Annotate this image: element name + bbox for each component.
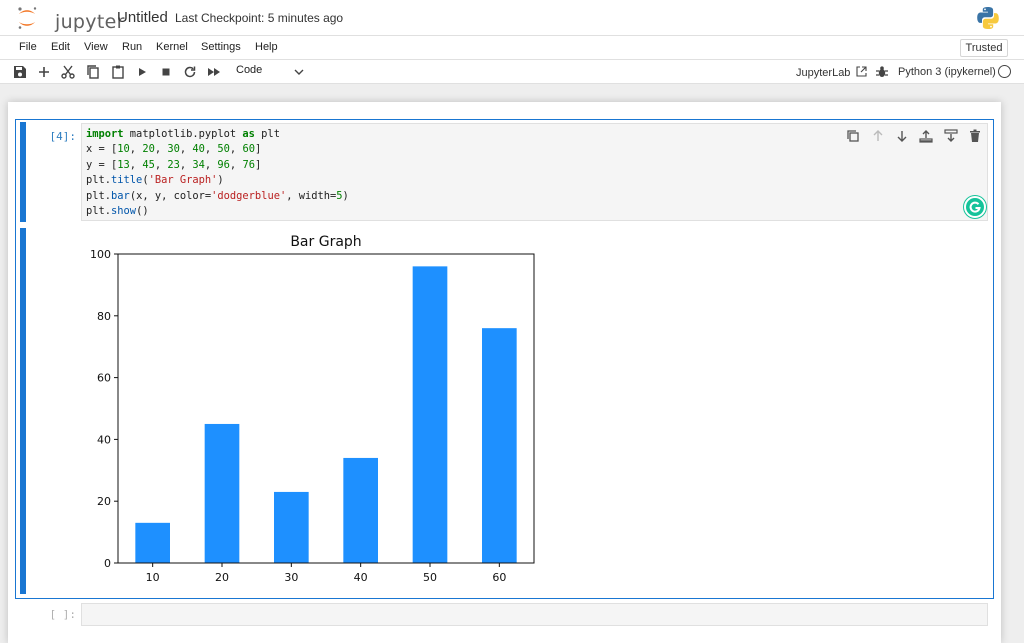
input-prompt: [4]: (49, 130, 77, 143)
code-line-5: plt.bar(x, y, color='dodgerblue', width=… (86, 189, 349, 202)
jupyter-logo-icon (18, 7, 37, 29)
x-tick-label: 20 (215, 571, 229, 584)
menu-edit[interactable]: Edit (51, 41, 70, 53)
empty-code-editor[interactable] (81, 603, 988, 626)
menu-view[interactable]: View (84, 41, 108, 53)
jupyter-wordmark: jupyter (55, 11, 125, 33)
chevron-down-icon (294, 69, 304, 75)
bar-20 (204, 423, 240, 563)
x-tick-label: 40 (354, 571, 368, 584)
chart-title: Bar Graph (290, 234, 361, 250)
debugger-icon[interactable] (875, 65, 889, 79)
code-text: import matplotlib.pyplot as plt x = [10, … (86, 127, 349, 219)
stop-icon[interactable] (158, 64, 174, 80)
top-bar: jupyter Untitled Last Checkpoint: 5 minu… (0, 0, 1024, 36)
code-line-4: plt.title('Bar Graph') (86, 174, 224, 187)
y-tick-label: 40 (97, 433, 111, 446)
input-collapser[interactable] (20, 122, 26, 222)
x-tick-label: 50 (423, 571, 437, 584)
menu-kernel[interactable]: Kernel (156, 41, 188, 53)
move-up-icon[interactable] (870, 128, 886, 144)
notebook-toolbar: Code JupyterLab Python 3 (ipykernel) (0, 60, 1024, 84)
x-tick-label: 30 (284, 571, 298, 584)
menu-bar: File Edit View Run Kernel Settings Help … (0, 36, 1024, 60)
insert-below-icon[interactable] (943, 128, 959, 144)
save-icon[interactable] (12, 64, 28, 80)
y-tick-label: 20 (97, 495, 111, 508)
y-tick-label: 0 (104, 557, 111, 570)
bar-30 (274, 491, 309, 563)
python-logo-icon (977, 7, 999, 29)
empty-cell-prompt: [ ]: (49, 608, 77, 621)
kernel-status-icon (998, 65, 1011, 78)
jupyter-logo[interactable]: jupyter (16, 6, 124, 33)
notebook-title[interactable]: Untitled (117, 9, 168, 26)
bar-60 (482, 328, 517, 563)
copy-icon[interactable] (85, 64, 101, 80)
menu-settings[interactable]: Settings (201, 41, 241, 53)
checkpoint-status: Last Checkpoint: 5 minutes ago (175, 11, 344, 25)
y-tick-label: 80 (97, 310, 111, 323)
paste-icon[interactable] (110, 64, 126, 80)
bar-50 (412, 266, 448, 563)
code-line-6: plt.show() (86, 205, 149, 218)
bar-chart: Bar Graph 0 20 40 60 80 100 10 20 30 40 50 60 (90, 234, 535, 584)
cell-type-value: Code (236, 64, 263, 76)
code-line-2: x = [10, 20, 30, 40, 50, 60] (86, 143, 262, 156)
code-line-1: import matplotlib.pyplot as plt (86, 128, 280, 140)
x-tick-label: 10 (146, 571, 160, 584)
external-link-icon (855, 66, 867, 77)
menu-help[interactable]: Help (255, 41, 278, 53)
add-cell-icon[interactable] (36, 64, 52, 80)
run-icon[interactable] (134, 64, 150, 80)
bar-10 (135, 522, 170, 563)
fast-forward-icon[interactable] (206, 64, 222, 80)
output-collapser[interactable] (20, 228, 26, 594)
y-tick-label: 60 (97, 372, 111, 385)
menu-file[interactable]: File (19, 41, 37, 53)
jupyterlab-label: JupyterLab (796, 67, 851, 79)
y-tick-label: 100 (90, 248, 111, 261)
bar-40 (343, 457, 378, 563)
cell-type-select[interactable]: Code (236, 64, 308, 80)
grammarly-icon[interactable] (964, 196, 986, 218)
duplicate-icon[interactable] (845, 128, 861, 144)
kernel-name[interactable]: Python 3 (ipykernel) (898, 66, 996, 78)
insert-above-icon[interactable] (918, 128, 934, 144)
plot-frame (117, 253, 535, 564)
restart-icon[interactable] (182, 64, 198, 80)
x-tick-label: 60 (492, 571, 506, 584)
menu-run[interactable]: Run (122, 41, 142, 53)
trusted-badge[interactable]: Trusted (960, 39, 1008, 57)
open-jupyterlab-link[interactable]: JupyterLab (796, 66, 867, 79)
move-down-icon[interactable] (894, 128, 910, 144)
code-line-3: y = [13, 45, 23, 34, 96, 76] (86, 158, 262, 171)
cut-icon[interactable] (60, 64, 76, 80)
delete-icon[interactable] (967, 128, 983, 144)
